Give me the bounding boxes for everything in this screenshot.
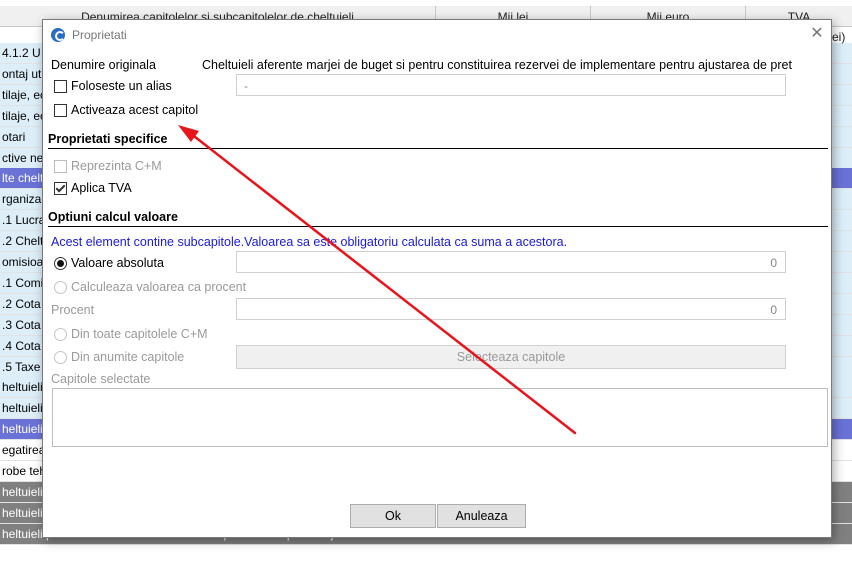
table-row-label: .4 Cota [2,338,41,353]
percent-label: Procent [51,303,95,317]
table-row-label: .1 Comi [2,275,44,290]
table-row-label: .3 Cota [2,317,41,332]
table-row-label: ontaj ut [2,66,42,81]
represents-cm-label: Reprezinta C+M [71,159,162,173]
activate-chapter-checkbox[interactable] [54,104,67,117]
represents-cm-checkbox [54,160,67,173]
ok-button[interactable]: Ok [350,504,436,528]
app-logo-icon [51,28,65,42]
original-name-label: Denumire originala [51,58,156,72]
table-row-label: .2 Cota [2,296,41,311]
table-row-label: lte chelt [2,171,44,186]
table-row-label: tilaje, ec [2,108,47,123]
table-row-label: robe teh [2,464,47,478]
table-row-label: heltuieli [2,380,43,395]
table-row-label: .1 Lucra [2,213,46,228]
activate-chapter-label[interactable]: Activeaza acest capitol [71,103,198,117]
select-chapters-button: Selecteaza capitole [236,345,786,369]
table-row-label: heltuieli [2,422,43,437]
apply-vat-checkbox[interactable] [54,182,67,195]
use-alias-label[interactable]: Foloseste un alias [71,79,172,93]
subchapters-info-text: Acest element contine subcapitole.Valoar… [51,235,568,249]
absolute-value-radio[interactable] [54,257,67,270]
table-row-label: heltuieli [2,505,43,520]
table-row-label: omisioa [2,255,44,269]
alias-input[interactable]: - [236,74,786,96]
apply-vat-label[interactable]: Aplica TVA [71,181,132,195]
table-row-label: 4.1.2 U [2,46,41,60]
cancel-button[interactable]: Anuleaza [437,504,526,528]
properties-dialog: Proprietati ✕ Denumire originala Cheltui… [42,19,832,538]
dialog-titlebar[interactable]: Proprietati ✕ [43,20,831,50]
absolute-value-input[interactable]: 0 [236,251,786,273]
percent-input: 0 [236,298,786,320]
all-chapters-radio [54,328,67,341]
some-chapters-label: Din anumite capitole [71,350,185,364]
calc-percent-radio [54,281,67,294]
dialog-title: Proprietati [72,28,127,42]
table-row-label: tilaje, ec [2,87,47,102]
table-row-label: egatirea [2,443,46,458]
original-name-value: Cheltuieli aferente marjei de buget si p… [202,58,792,72]
table-row-label: rganizar [2,192,46,207]
some-chapters-radio [54,351,67,364]
specific-properties-section: Proprietati specifice [48,132,828,149]
selected-chapters-label: Capitole selectate [51,372,151,386]
table-row-label: heltuieli [2,484,43,499]
table-row-label: .5 Taxe [2,359,41,374]
right-cell-text: ei) [832,30,846,44]
close-button[interactable]: ✕ [807,24,827,44]
selected-chapters-list[interactable] [52,388,828,447]
calc-percent-label: Calculeaza valoarea ca procent [71,280,247,294]
value-calc-options-section: Optiuni calcul valoare [48,210,828,227]
all-chapters-label: Din toate capitolele C+M [71,327,208,341]
table-row-label: .2 Chelt [2,234,44,249]
use-alias-checkbox[interactable] [54,80,67,93]
table-row-label: heltuieli [2,401,43,416]
absolute-value-label[interactable]: Valoare absoluta [71,256,164,270]
table-row-label: otari [2,129,26,144]
